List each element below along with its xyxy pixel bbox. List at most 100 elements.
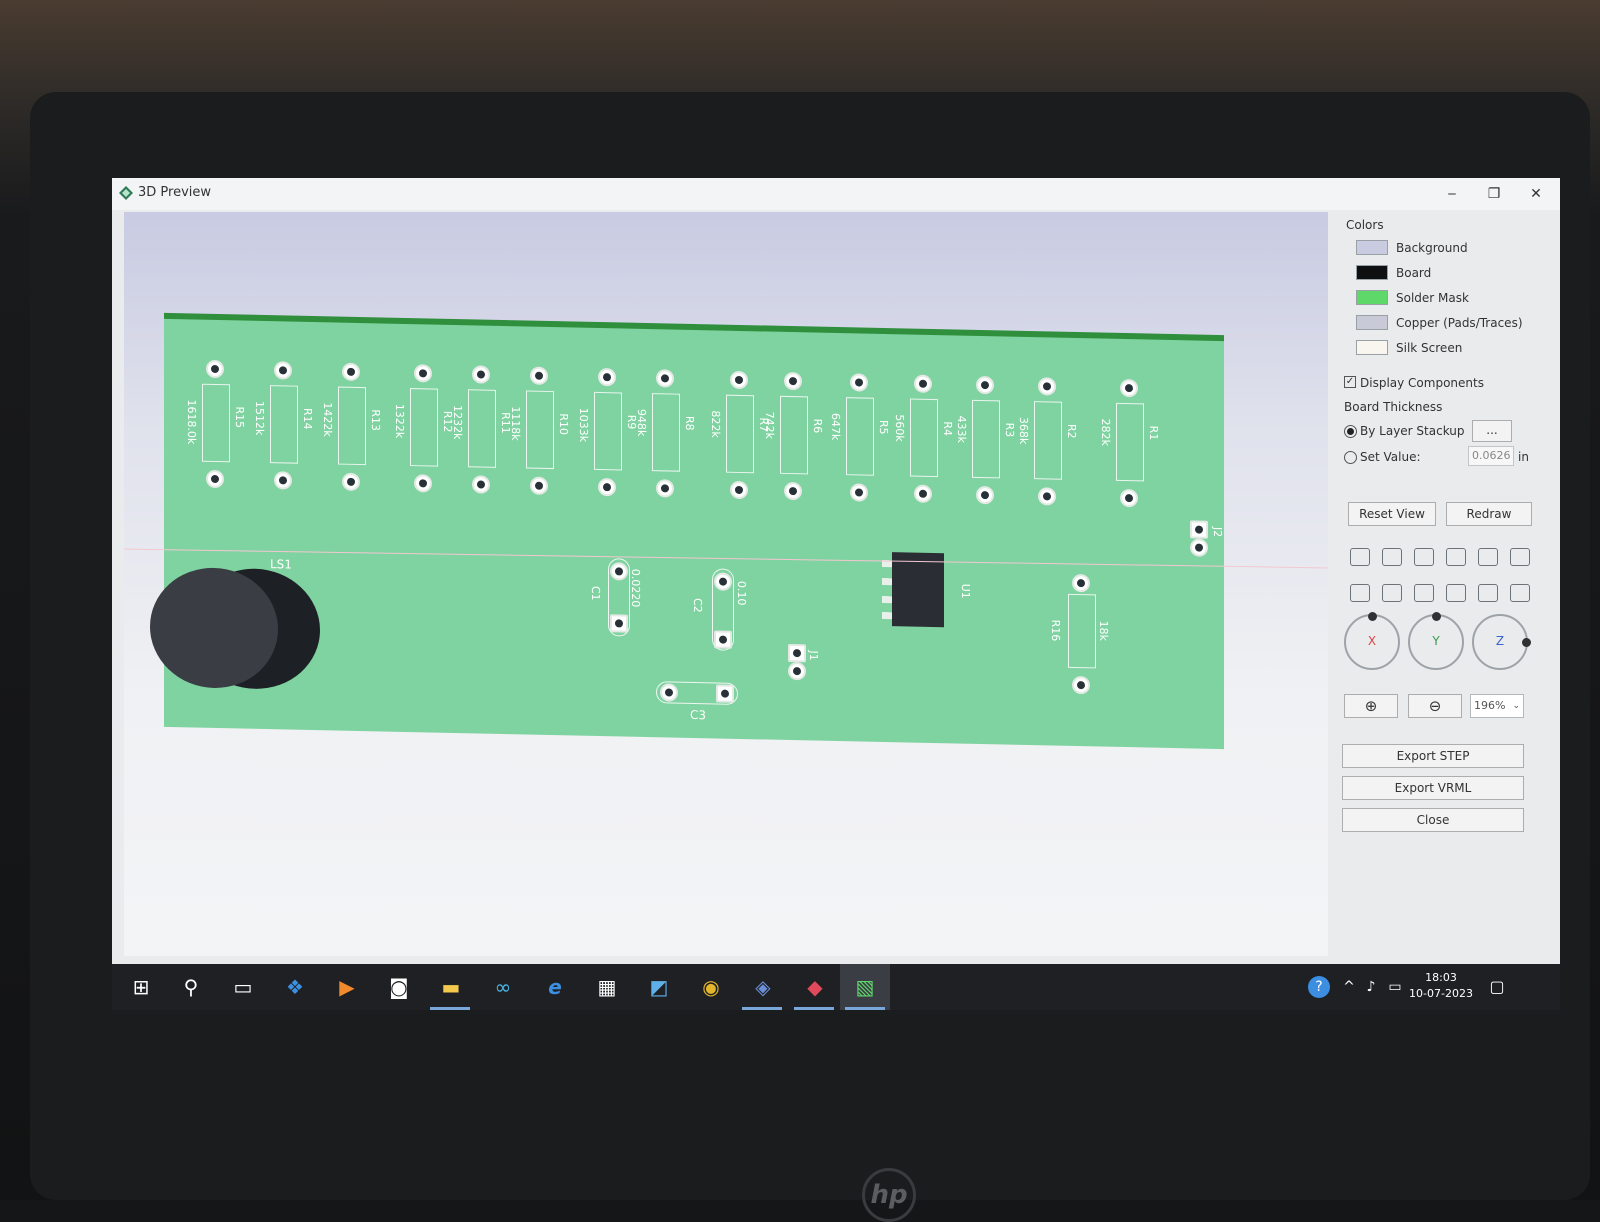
resistor-value-label: 742k: [763, 411, 776, 440]
zoom-level-value: 196%: [1474, 699, 1506, 712]
file-explorer-icon[interactable]: ▬: [438, 974, 464, 1000]
view-preset-icon[interactable]: [1382, 548, 1402, 566]
ls1-label: LS1: [270, 557, 292, 572]
resistor-pad: [414, 474, 432, 493]
camera-icon[interactable]: ◙: [386, 974, 412, 1000]
calculator-icon[interactable]: ▦: [594, 974, 620, 1000]
thickness-value-input[interactable]: 0.0626: [1468, 446, 1514, 466]
active-indicator: [845, 1007, 885, 1010]
app-icon[interactable]: ◈: [750, 974, 776, 1000]
rotate-view-icon[interactable]: [1478, 584, 1498, 602]
resistor-pad: [914, 374, 932, 393]
colors-title: Colors: [1346, 218, 1384, 232]
rotate-z-dial[interactable]: Z: [1472, 614, 1531, 670]
resistor-body: [270, 385, 298, 464]
display-components-label: Display Components: [1360, 376, 1484, 390]
rotate-view-icon[interactable]: [1414, 584, 1434, 602]
set-value-radio[interactable]: [1344, 451, 1357, 464]
infinity-app-icon[interactable]: ∞: [490, 974, 516, 1000]
view-preset-icon[interactable]: [1414, 548, 1434, 566]
chrome-icon[interactable]: ◉: [698, 974, 724, 1000]
rotate-view-icon[interactable]: [1446, 584, 1466, 602]
title-bar: 3D Preview ‒ ❐ ✕: [112, 178, 1560, 210]
rotate-view-icon[interactable]: [1510, 584, 1530, 602]
battery-icon[interactable]: ▭: [1382, 974, 1408, 1000]
zoom-in-button[interactable]: ⊕: [1344, 694, 1398, 718]
board-thickness-label: Board Thickness: [1344, 400, 1443, 414]
c1-pad: [610, 614, 628, 633]
j1-pad: [788, 661, 806, 681]
rotate-x-dial[interactable]: X: [1344, 612, 1400, 670]
view-preset-icon[interactable]: [1446, 548, 1466, 566]
export-step-button[interactable]: Export STEP: [1342, 744, 1524, 768]
zoom-in-icon: ⊕: [1364, 697, 1378, 715]
restore-button[interactable]: ❐: [1474, 182, 1514, 206]
view-preset-icon[interactable]: [1478, 548, 1498, 566]
resistor-pad: [784, 371, 802, 391]
resistor-body: [410, 388, 438, 467]
media-player-icon[interactable]: ▶: [334, 974, 360, 1000]
c1-pad: [610, 562, 628, 581]
j2-label: J2: [1211, 526, 1224, 538]
resistor-ref-label: R10: [557, 413, 570, 436]
resistor-pad: [976, 375, 994, 395]
color-swatch[interactable]: [1356, 340, 1388, 355]
close-window-button[interactable]: ✕: [1516, 182, 1556, 206]
zoom-level-select[interactable]: 196% ⌄: [1470, 694, 1524, 718]
dropbox-icon[interactable]: ❖: [282, 974, 308, 1000]
view-preset-icon[interactable]: [1350, 548, 1370, 566]
resistor-value-label: 560k: [893, 414, 906, 442]
by-layer-stackup-radio[interactable]: [1344, 425, 1357, 438]
resistor-pad: [730, 480, 748, 500]
resistor-value-label: 1118k: [509, 406, 522, 441]
chevron-down-icon: ⌄: [1512, 701, 1520, 711]
remote-desktop-icon[interactable]: ◩: [646, 974, 672, 1000]
resistor-pad: [598, 367, 616, 387]
resistor-value-label: 1422k: [321, 402, 334, 437]
taskbar: ⊞ ⚲ ▭ ❖ ▶ ◙ ▬ ∞ e ▦ ◩ ◉ ◈ ◆ ▧ ? ^ ♪ ▭ 18…: [112, 964, 1560, 1010]
volume-icon[interactable]: ♪: [1358, 974, 1384, 1000]
color-label: Board: [1396, 266, 1432, 280]
pcb-board: 1618.0k R15 1512k R14 1422k R13 1322k R12 1232k R…: [150, 318, 1224, 750]
zoom-out-icon: ⊖: [1428, 697, 1442, 715]
notification-icon[interactable]: ▢: [1484, 974, 1510, 1000]
resistor-body: [780, 395, 808, 475]
pcb-app-icon[interactable]: ▧: [852, 974, 878, 1000]
rotate-view-icon[interactable]: [1382, 584, 1402, 602]
resistor-pad: [656, 369, 674, 388]
r16-pad: [1072, 573, 1090, 593]
minimize-button[interactable]: ‒: [1432, 182, 1472, 206]
rotate-y-dial[interactable]: Y: [1408, 612, 1464, 670]
color-swatch[interactable]: [1356, 315, 1388, 330]
r16-label: R16: [1049, 619, 1062, 642]
app-icon[interactable]: ◆: [802, 974, 828, 1000]
resistor-value-label: 1232k: [451, 404, 464, 440]
task-view-icon[interactable]: ▭: [230, 974, 256, 1000]
export-vrml-button[interactable]: Export VRML: [1342, 776, 1524, 800]
zoom-out-button[interactable]: ⊖: [1408, 694, 1462, 718]
start-icon[interactable]: ⊞: [128, 974, 154, 1000]
resistor-pad: [472, 365, 490, 384]
stackup-ellipsis-button[interactable]: ...: [1472, 420, 1512, 442]
clock[interactable]: 18:03 10-07-2023: [1408, 970, 1474, 1002]
hp-logo: hp: [862, 1168, 916, 1222]
color-swatch[interactable]: [1356, 240, 1388, 255]
search-icon[interactable]: ⚲: [178, 974, 204, 1000]
view-preset-icon[interactable]: [1510, 548, 1530, 566]
redraw-button[interactable]: Redraw: [1446, 502, 1532, 526]
buzzer-ls1: [150, 566, 320, 691]
edge-icon[interactable]: e: [542, 974, 568, 1000]
3d-viewport[interactable]: 1618.0k R15 1512k R14 1422k R13 1322k R12 1232k R…: [124, 212, 1328, 956]
color-swatch[interactable]: [1356, 290, 1388, 305]
reset-view-button[interactable]: Reset View: [1348, 502, 1436, 526]
j2-pad: [1190, 538, 1208, 557]
color-swatch[interactable]: [1356, 265, 1388, 280]
close-button[interactable]: Close: [1342, 808, 1524, 832]
settings-panel: Colors Background Board Solder Mask Copper …: [1340, 218, 1550, 978]
resistor-ref-label: R8: [683, 415, 696, 431]
help-tray-icon[interactable]: ?: [1308, 976, 1330, 998]
resistor-pad: [206, 359, 224, 379]
u1-label: U1: [959, 583, 972, 599]
display-components-checkbox[interactable]: ✓: [1344, 376, 1356, 388]
rotate-view-icon[interactable]: [1350, 584, 1370, 602]
